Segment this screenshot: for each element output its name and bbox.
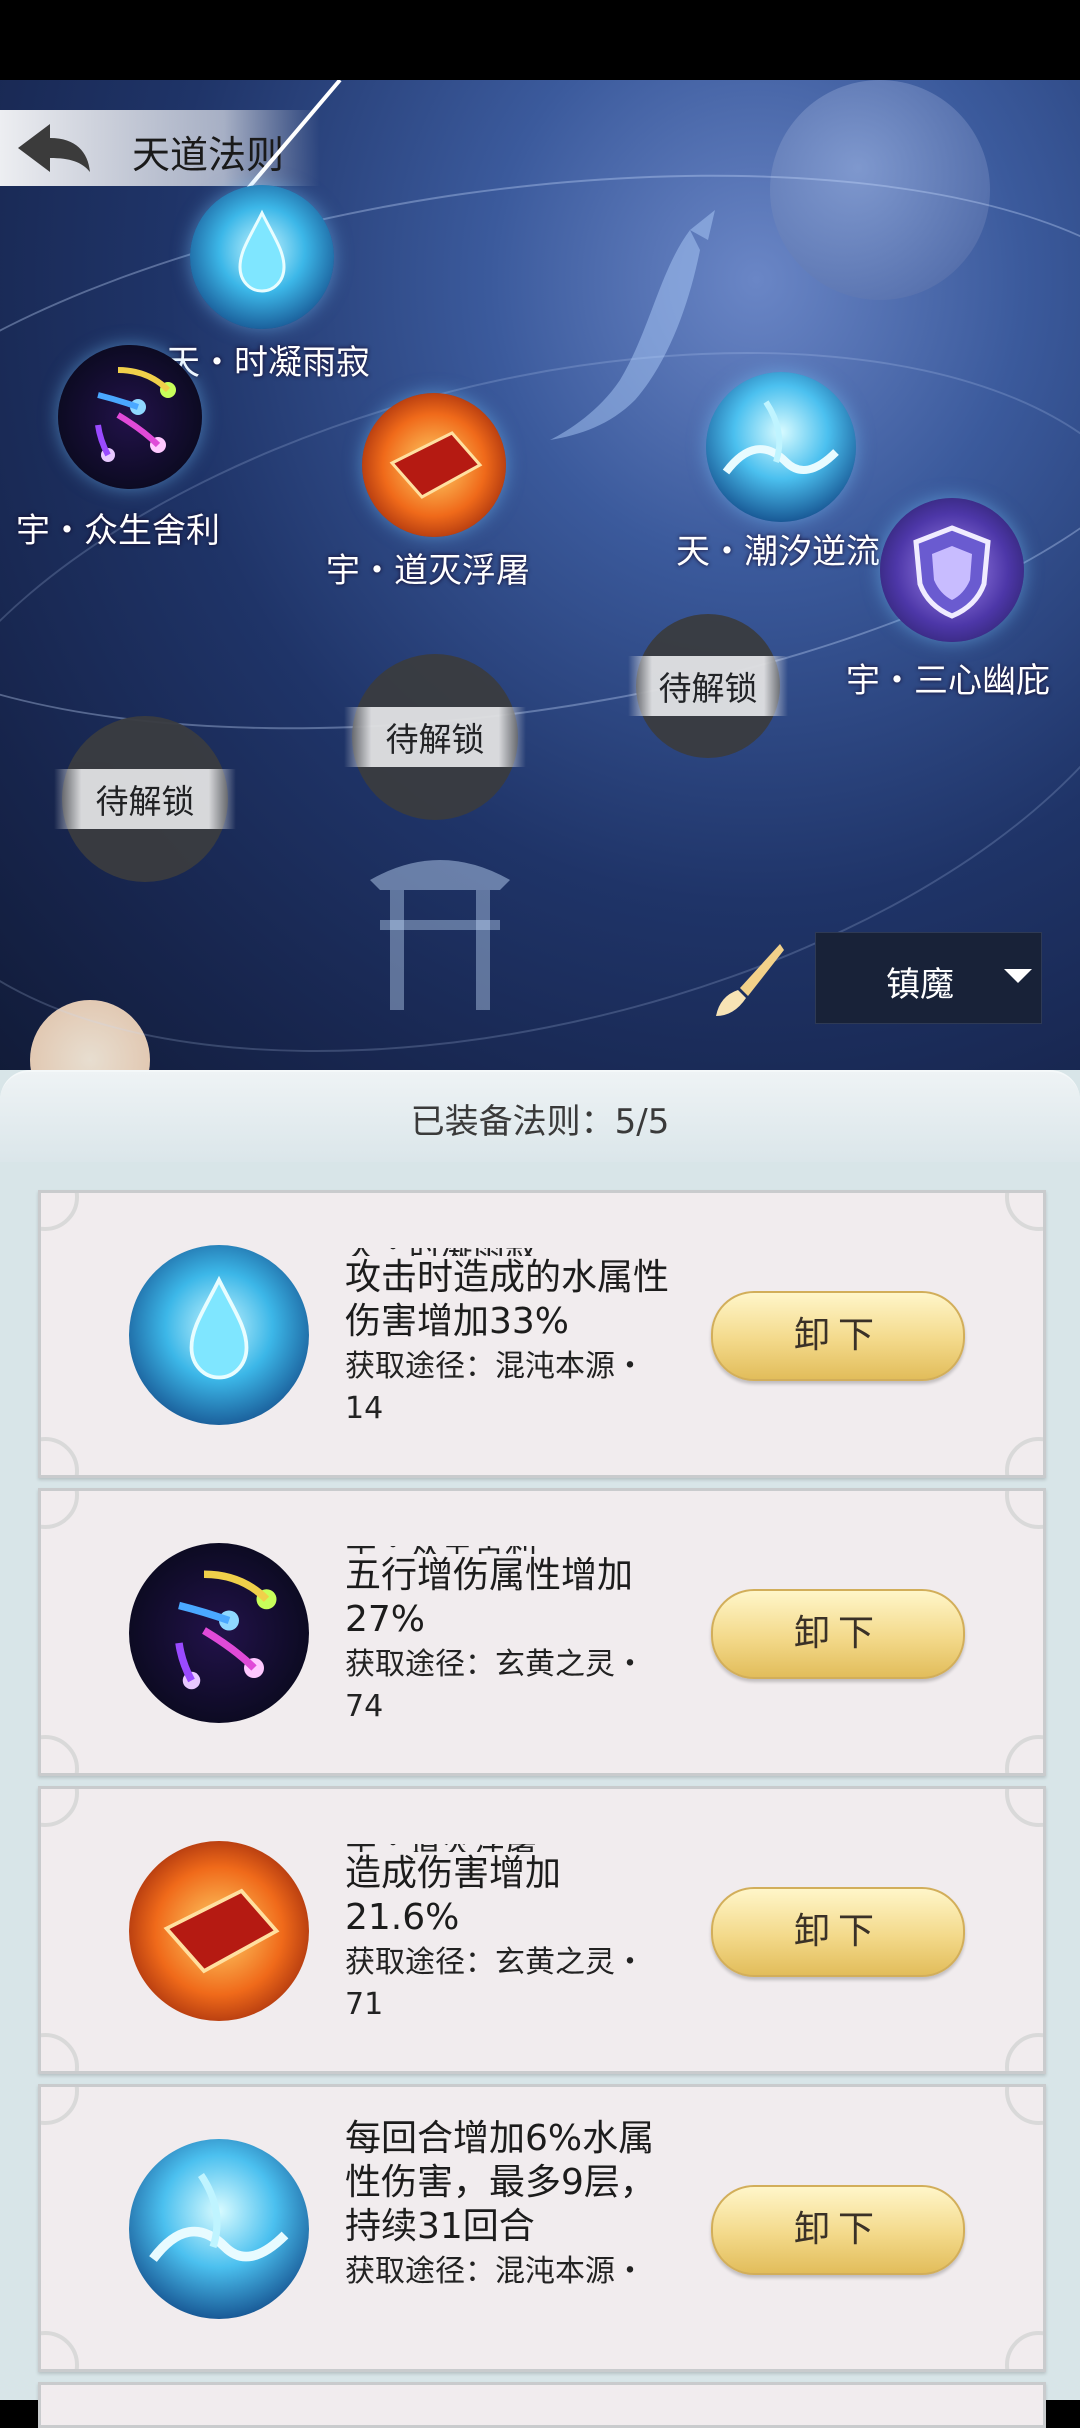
locked-node-label: 待解锁 [54, 769, 236, 829]
unload-button[interactable]: 卸下 [711, 1291, 965, 1381]
corner-ornament [1005, 2331, 1043, 2369]
unload-button[interactable]: 卸下 [711, 1589, 965, 1679]
equipped-law-card: 每回合增加6%水属性伤害，最多9层，持续31回合 获取途径：混沌本源・ 卸下 [38, 2084, 1046, 2372]
corner-ornament [41, 1789, 79, 1827]
corner-ornament [1005, 1193, 1043, 1231]
water-drop-icon [190, 185, 334, 329]
back-arrow-icon[interactable] [14, 120, 94, 176]
law-node-label: 宇・三心幽庇 [846, 661, 1050, 701]
law-node-label: 天・潮汐逆流 [676, 532, 880, 572]
law-node-label: 宇・道灭浮屠 [326, 551, 530, 591]
locked-node-label: 待解锁 [628, 656, 788, 716]
comet-orbs-icon [129, 1543, 309, 1723]
panel-header: 已装备法则：5/5 [0, 1070, 1080, 1162]
law-description: 攻击时造成的水属性伤害增加33% [345, 1257, 670, 1342]
law-source: 获取途径：混沌本源・ [345, 2254, 645, 2289]
card-text: 每回合增加6%水属性伤害，最多9层，持续31回合 获取途径：混沌本源・ [345, 2117, 675, 2327]
comet-orbs-icon [58, 345, 202, 489]
corner-ornament [41, 1735, 79, 1773]
law-name: 宇・道灭浮屠 [345, 1844, 675, 1852]
chevron-down-icon [1004, 969, 1032, 983]
shield-icon [880, 498, 1024, 642]
unload-button[interactable]: 卸下 [711, 2185, 965, 2275]
category-dropdown[interactable]: 镇魔 [815, 932, 1042, 1024]
card-text: 宇・众生舍利 五行增伤属性增加27% 获取途径：玄黄之灵・74 [345, 1546, 675, 1736]
corner-ornament [41, 2033, 79, 2071]
locked-node[interactable]: 待解锁 [344, 654, 526, 820]
dropdown-selected-label: 镇魔 [886, 965, 954, 1005]
equipped-law-card: 宇・众生舍利 五行增伤属性增加27% 获取途径：玄黄之灵・74 卸下 [38, 1488, 1046, 1776]
locked-node-label: 待解锁 [344, 707, 526, 767]
law-description: 每回合增加6%水属性伤害，最多9层，持续31回合 [345, 2118, 656, 2247]
temple-decoration [370, 860, 510, 1010]
corner-ornament [41, 1437, 79, 1475]
equipped-panel: 已装备法则：5/5 天・时凝雨寂 攻击时造成的水属性伤害增加33% 获取途径：混… [0, 1070, 1080, 2428]
law-description: 造成伤害增加21.6% [345, 1853, 562, 1938]
status-bar [0, 0, 1080, 80]
law-source: 获取途径：玄黄之灵・71 [345, 1945, 645, 2022]
law-name: 宇・众生舍利 [345, 1546, 675, 1554]
fire-crystal-icon [129, 1841, 309, 2021]
water-drop-icon [129, 1245, 309, 1425]
corner-ornament [1005, 1789, 1043, 1827]
card-text: 天・时凝雨寂 攻击时造成的水属性伤害增加33% 获取途径：混沌本源・14 [345, 1248, 675, 1438]
law-name: 天・时凝雨寂 [345, 1248, 675, 1256]
tide-wave-icon [129, 2139, 309, 2319]
law-source: 获取途径：混沌本源・14 [345, 1349, 645, 1426]
law-node-label: 宇・众生舍利 [16, 511, 220, 551]
law-description: 五行增伤属性增加27% [345, 1555, 634, 1640]
law-source: 获取途径：玄黄之灵・74 [345, 1647, 645, 1724]
corner-ornament [41, 1193, 79, 1231]
law-node-label: 天・时凝雨寂 [166, 343, 370, 383]
locked-node[interactable]: 待解锁 [628, 614, 788, 758]
tide-wave-icon [706, 372, 856, 522]
equipped-law-card [38, 2382, 1046, 2428]
corner-ornament [41, 1491, 79, 1529]
law-tree-scene: 天道法则 天・时凝雨寂 宇・众生舍利 宇・道灭浮屠 天・潮汐逆流 宇・三心幽庇 … [0, 80, 1080, 1080]
corner-ornament [1005, 1437, 1043, 1475]
card-text: 宇・道灭浮屠 造成伤害增加21.6% 获取途径：玄黄之灵・71 [345, 1844, 675, 2034]
panel-title: 已装备法则：5/5 [410, 1102, 670, 1142]
brush-icon[interactable] [710, 940, 786, 1020]
unload-button[interactable]: 卸下 [711, 1887, 965, 1977]
corner-ornament [1005, 1491, 1043, 1529]
fire-crystal-icon [362, 393, 506, 537]
corner-ornament [1005, 1735, 1043, 1773]
corner-ornament [1005, 2033, 1043, 2071]
corner-ornament [41, 2087, 79, 2125]
locked-node[interactable]: 待解锁 [54, 716, 236, 882]
corner-ornament [41, 2331, 79, 2369]
equipped-law-card: 宇・道灭浮屠 造成伤害增加21.6% 获取途径：玄黄之灵・71 卸下 [38, 1786, 1046, 2074]
equipped-law-card: 天・时凝雨寂 攻击时造成的水属性伤害增加33% 获取途径：混沌本源・14 卸下 [38, 1190, 1046, 1478]
corner-ornament [1005, 2087, 1043, 2125]
